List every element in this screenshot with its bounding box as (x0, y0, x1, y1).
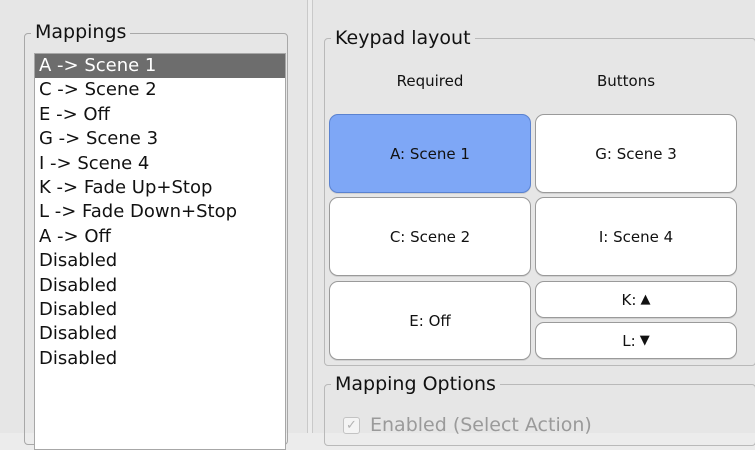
required-column-header: Required (396, 72, 464, 90)
key-k-button[interactable]: K: ▲ (535, 281, 737, 318)
list-item[interactable]: G -> Scene 3 (35, 127, 285, 151)
list-item[interactable]: Disabled (35, 274, 285, 298)
enabled-checkbox[interactable]: ✓ (343, 416, 360, 434)
key-e-label: E: Off (409, 311, 451, 330)
list-item[interactable]: Disabled (35, 298, 285, 322)
keypad-layout-title: Keypad layout (331, 26, 475, 50)
list-item[interactable]: Disabled (35, 249, 285, 273)
mappings-title: Mappings (31, 20, 131, 44)
list-item[interactable]: E -> Off (35, 103, 285, 127)
list-item[interactable]: C -> Scene 2 (35, 78, 285, 102)
list-item[interactable]: I -> Scene 4 (35, 152, 285, 176)
key-k-label: K: (621, 290, 637, 309)
key-e-button[interactable]: E: Off (329, 281, 531, 360)
key-g-button[interactable]: G: Scene 3 (535, 114, 737, 193)
mappings-list[interactable]: A -> Scene 1 C -> Scene 2 E -> Off G -> … (34, 53, 286, 450)
key-l-button[interactable]: L: ▼ (535, 322, 737, 359)
up-arrow-icon: ▲ (640, 292, 651, 307)
list-item[interactable]: A -> Scene 1 (35, 54, 285, 79)
key-i-label: I: Scene 4 (598, 227, 674, 246)
list-item[interactable]: Disabled (35, 347, 285, 371)
mapping-options-title: Mapping Options (331, 372, 500, 396)
list-item[interactable]: K -> Fade Up+Stop (35, 176, 285, 200)
list-item[interactable]: L -> Fade Down+Stop (35, 200, 285, 224)
key-i-button[interactable]: I: Scene 4 (535, 197, 737, 276)
buttons-column-header: Buttons (596, 72, 656, 90)
key-a-label: A: Scene 1 (390, 144, 470, 163)
key-l-label: L: (622, 331, 636, 350)
key-g-label: G: Scene 3 (595, 144, 677, 163)
key-c-button[interactable]: C: Scene 2 (329, 197, 531, 276)
down-arrow-icon: ▼ (639, 333, 650, 348)
list-item[interactable]: A -> Off (35, 225, 285, 249)
key-c-label: C: Scene 2 (389, 227, 471, 246)
key-a-button[interactable]: A: Scene 1 (329, 114, 531, 193)
checkmark-icon: ✓ (346, 417, 357, 433)
list-item[interactable]: Disabled (35, 322, 285, 346)
